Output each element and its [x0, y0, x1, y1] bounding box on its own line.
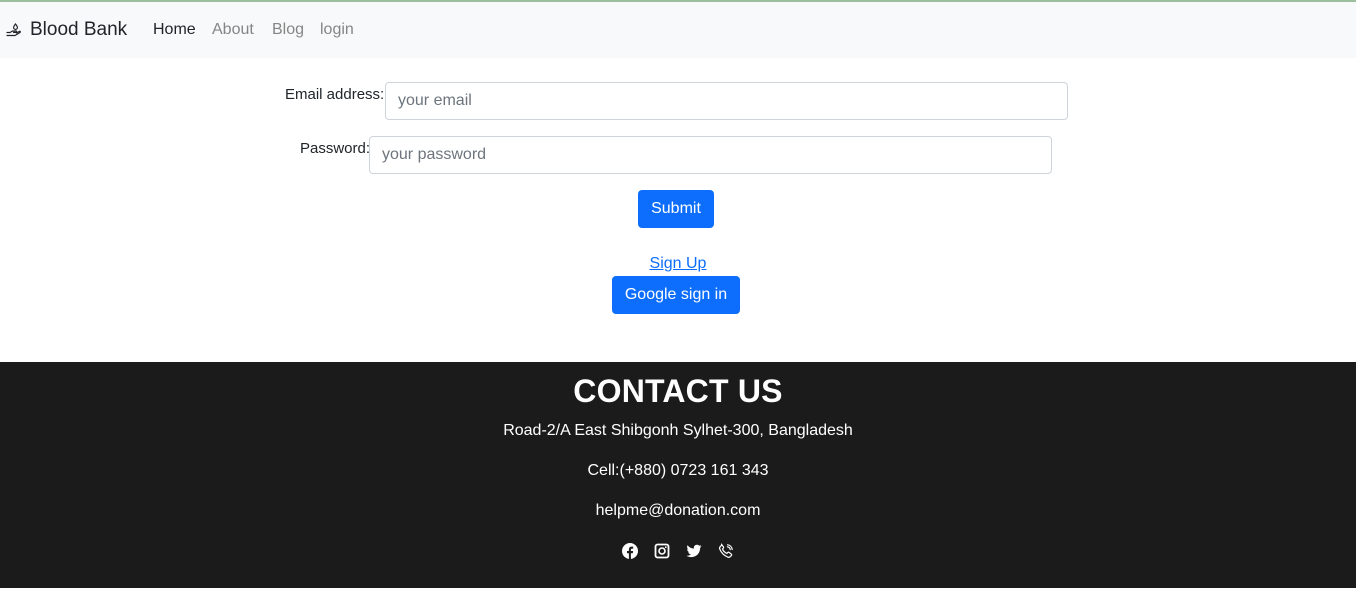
contact-cell: Cell:(+880) 0723 161 343: [587, 462, 769, 479]
password-input[interactable]: [369, 136, 1052, 174]
submit-button[interactable]: Submit: [638, 190, 714, 228]
password-label: Password:: [300, 140, 371, 157]
google-sign-in-button[interactable]: Google sign in: [612, 276, 740, 314]
phone-icon[interactable]: [718, 543, 734, 559]
nav-link-blog[interactable]: Blog: [272, 2, 304, 58]
brand[interactable]: Blood Bank: [6, 2, 127, 58]
email-input[interactable]: [385, 82, 1068, 120]
social-links: [0, 543, 1356, 559]
blood-donation-icon: [6, 22, 22, 38]
email-label: Email address:: [285, 86, 385, 103]
navbar: Blood Bank Home About Blog login: [0, 2, 1356, 58]
sign-up-link[interactable]: Sign Up: [0, 255, 1356, 273]
contact-email: helpme@donation.com: [595, 502, 761, 519]
facebook-icon[interactable]: [622, 543, 638, 559]
nav-link-about[interactable]: About: [212, 2, 254, 58]
contact-address: Road-2/A East Shibgonh Sylhet-300, Bangl…: [503, 422, 853, 439]
brand-name: Blood Bank: [30, 19, 128, 40]
nav-link-login[interactable]: login: [320, 2, 354, 58]
twitter-icon[interactable]: [686, 543, 702, 559]
nav-link-home[interactable]: Home: [153, 2, 196, 58]
instagram-icon[interactable]: [654, 543, 670, 559]
footer: CONTACT US Road-2/A East Shibgonh Sylhet…: [0, 362, 1356, 588]
contact-title: CONTACT US: [573, 373, 783, 409]
